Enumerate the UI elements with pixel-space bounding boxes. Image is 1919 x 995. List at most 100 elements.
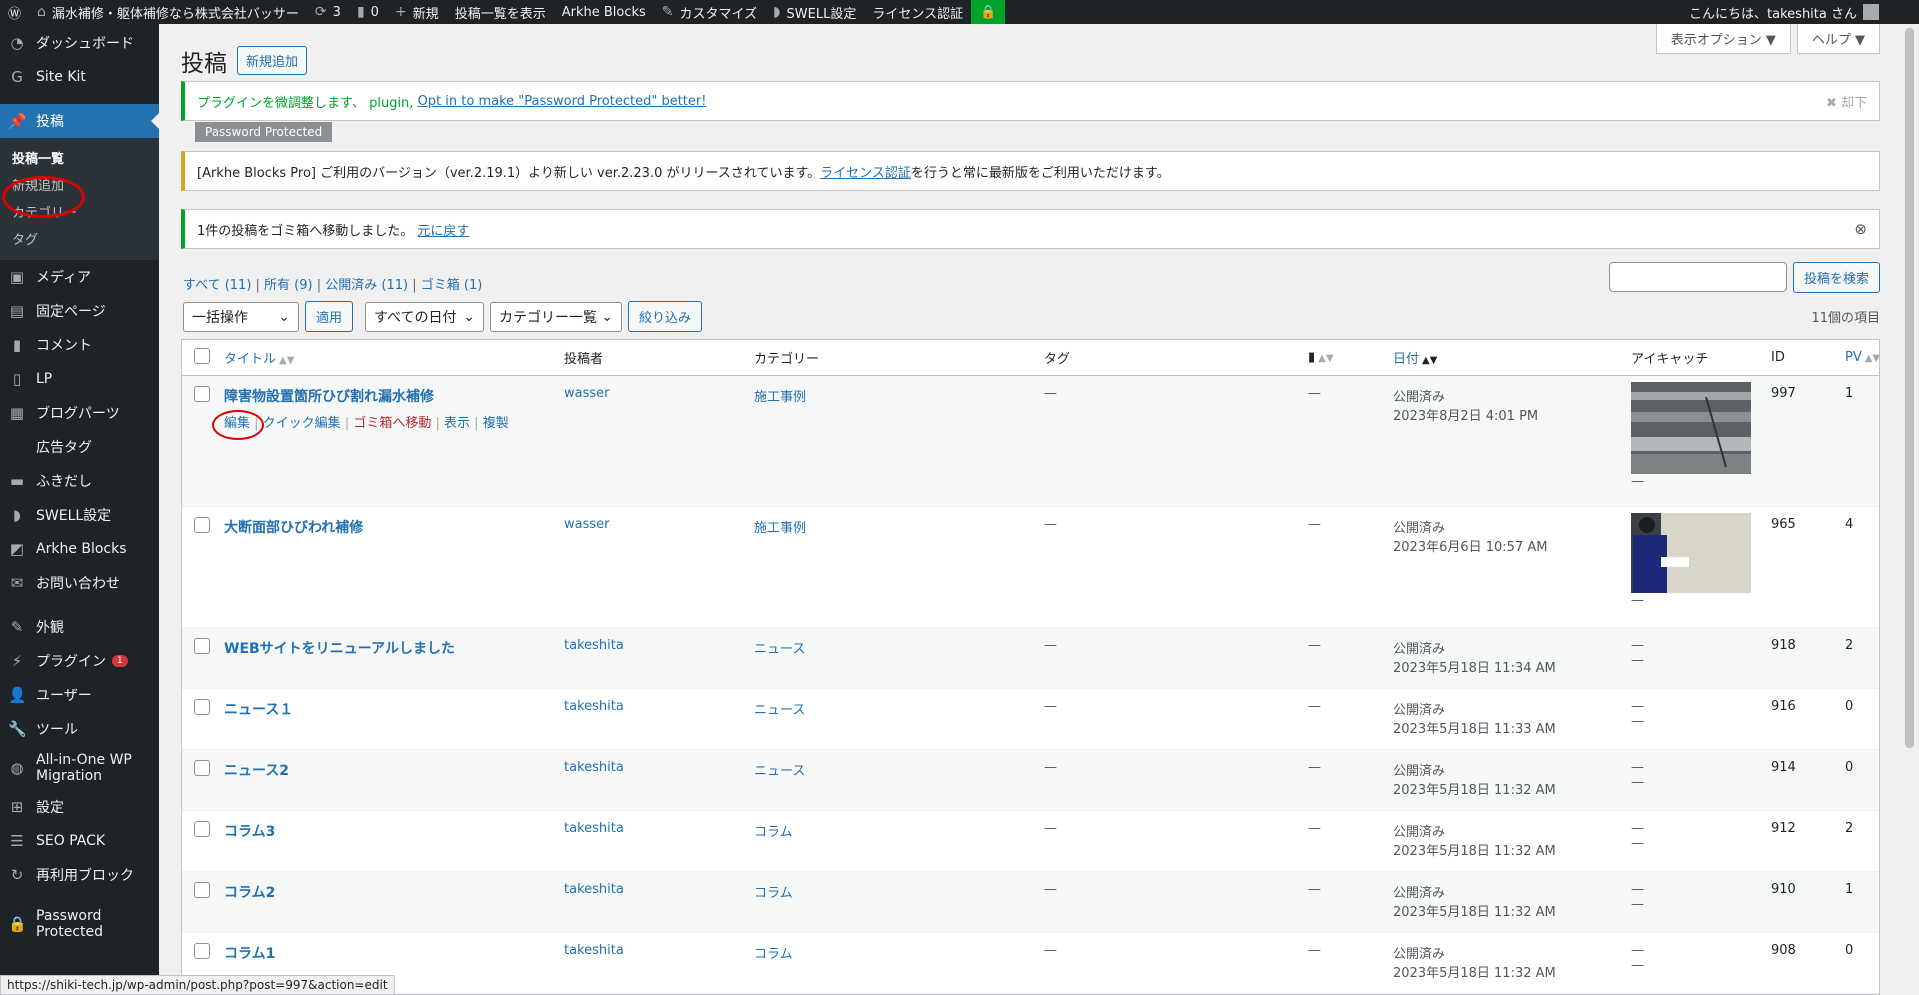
undo-link[interactable]: 元に戻す (417, 220, 469, 239)
screen-options-button[interactable]: 表示オプション ▼ (1655, 24, 1791, 54)
author-link[interactable]: takeshita (564, 882, 624, 897)
filter-button[interactable]: 絞り込み (628, 301, 703, 332)
view-link[interactable]: 表示 (444, 416, 470, 431)
menu-fukidashi[interactable]: ▬ ふきだし (0, 464, 159, 498)
help-button[interactable]: ヘルプ ▼ (1796, 24, 1880, 54)
view-posts-link[interactable]: 投稿一覧を表示 (447, 0, 554, 24)
post-title-link[interactable]: 障害物設置箇所ひび割れ漏水補修 (224, 386, 548, 406)
menu-seo-pack[interactable]: ☰ SEO PACK (0, 824, 159, 858)
author-link[interactable]: takeshita (564, 760, 624, 775)
search-button[interactable]: 投稿を検索 (1792, 262, 1880, 293)
category-link[interactable]: ニュース (754, 764, 805, 779)
author-link[interactable]: wasser (564, 386, 610, 401)
row-checkbox[interactable] (194, 943, 210, 959)
license-link[interactable]: ライセンス認証 (820, 162, 911, 181)
header-date[interactable]: 日付 ▲▼ (1385, 348, 1623, 367)
arkhe-blocks-link[interactable]: Arkhe Blocks (554, 0, 654, 24)
menu-plugins[interactable]: ⚡ プラグイン 1 (0, 644, 159, 678)
updates-link[interactable]: ⟳ 3 (307, 0, 349, 24)
add-new-button[interactable]: 新規追加 (237, 46, 308, 75)
author-link[interactable]: takeshita (564, 821, 624, 836)
category-link[interactable]: コラム (754, 886, 793, 901)
menu-appearance[interactable]: ✎ 外観 (0, 610, 159, 644)
post-title-link[interactable]: ニュース１ (224, 699, 548, 719)
menu-ad-tag[interactable]: 広告タグ (0, 430, 159, 464)
customize-link[interactable]: ✎ カスタマイズ (654, 0, 765, 24)
menu-users[interactable]: 👤 ユーザー (0, 678, 159, 712)
menu-comments[interactable]: ▮ コメント (0, 328, 159, 362)
filter-mine[interactable]: 所有 (9) (264, 278, 313, 293)
filter-all[interactable]: すべて (11) (183, 278, 251, 293)
menu-site-kit[interactable]: G Site Kit (0, 60, 159, 94)
site-name-link[interactable]: ⌂ 漏水補修・躯体補修なら株式会社バッサー (29, 0, 307, 24)
bulk-action-select[interactable]: 一括操作 ⌄ (183, 301, 299, 332)
apply-button[interactable]: 適用 (305, 301, 354, 332)
menu-contact[interactable]: ✉ お問い合わせ (0, 566, 159, 600)
edit-link[interactable]: 編集 (224, 416, 250, 431)
trash-link[interactable]: ゴミ箱へ移動 (353, 416, 431, 431)
lock-icon[interactable]: 🔒 (971, 0, 1006, 24)
row-checkbox[interactable] (194, 821, 210, 837)
comments-link[interactable]: ▮ 0 (349, 0, 387, 24)
submenu-tags[interactable]: タグ (0, 225, 159, 252)
category-link[interactable]: コラム (754, 825, 793, 840)
menu-swell[interactable]: ◗ SWELL設定 (0, 498, 159, 532)
category-link[interactable]: 施工事例 (754, 521, 806, 536)
date-filter-select[interactable]: すべての日付 ⌄ (365, 301, 485, 332)
table-row: ニュース１ takeshita ニュース — — 公開済み 2023年5月18日 … (182, 689, 1879, 750)
menu-media[interactable]: ▣ メディア (0, 260, 159, 294)
row-checkbox[interactable] (194, 517, 210, 533)
post-title-link[interactable]: コラム3 (224, 821, 548, 841)
header-title[interactable]: タイトル ▲▼ (216, 348, 556, 367)
select-all-checkbox[interactable] (194, 347, 210, 364)
post-title-link[interactable]: ニュース2 (224, 760, 548, 780)
menu-dashboard[interactable]: ◔ ダッシュボード (0, 26, 159, 60)
post-title-link[interactable]: 大断面部ひびわれ補修 (224, 517, 548, 537)
new-content-link[interactable]: + 新規 (387, 0, 447, 24)
dismiss-button[interactable]: ✖ 却下 (1826, 92, 1867, 111)
category-link[interactable]: ニュース (754, 642, 805, 657)
menu-tools[interactable]: 🔧 ツール (0, 712, 159, 746)
menu-lp[interactable]: ▯ LP (0, 362, 159, 396)
search-input[interactable] (1608, 262, 1787, 292)
menu-posts[interactable]: 📌 投稿 (0, 104, 159, 138)
menu-migration[interactable]: ◍ All-in-One WP Migration (0, 746, 159, 790)
post-title-link[interactable]: WEBサイトをリニューアルしました (224, 638, 548, 658)
menu-reusable-blocks[interactable]: ↻ 再利用ブロック (0, 858, 159, 892)
category-link[interactable]: コラム (754, 947, 793, 962)
swell-settings-link[interactable]: ◗ SWELL設定 (765, 0, 864, 24)
copy-link[interactable]: 複製 (483, 416, 509, 431)
post-title-link[interactable]: コラム1 (224, 943, 548, 963)
menu-arkhe[interactable]: ◩ Arkhe Blocks (0, 532, 159, 566)
menu-settings[interactable]: ⊞ 設定 (0, 790, 159, 824)
filter-published[interactable]: 公開済み (11) (325, 278, 408, 293)
row-checkbox[interactable] (194, 699, 210, 715)
category-link[interactable]: ニュース (754, 703, 805, 718)
pp-optin-link[interactable]: Opt in to make "Password Protected" bett… (418, 94, 707, 109)
menu-pages[interactable]: ▤ 固定ページ (0, 294, 159, 328)
close-icon[interactable]: ⊗ (1854, 220, 1867, 238)
post-title-link[interactable]: コラム2 (224, 882, 548, 902)
wordpress-logo-icon[interactable]: Ⓦ (0, 0, 29, 24)
category-filter-select[interactable]: カテゴリー一覧 ⌄ (490, 301, 623, 332)
header-pv[interactable]: PV ▲▼ (1837, 350, 1880, 365)
row-checkbox[interactable] (194, 882, 210, 898)
category-link[interactable]: 施工事例 (754, 390, 806, 405)
quick-edit-link[interactable]: クイック編集 (263, 416, 341, 431)
author-link[interactable]: takeshita (564, 699, 624, 714)
license-link[interactable]: ライセンス認証 (864, 0, 971, 24)
page-scrollbar[interactable] (1900, 24, 1919, 995)
menu-password-protected[interactable]: 🔒 Password Protected (0, 902, 159, 946)
author-link[interactable]: takeshita (564, 943, 624, 958)
author-link[interactable]: takeshita (564, 638, 624, 653)
header-comments[interactable]: ▮ ▲▼ (1300, 350, 1385, 365)
submenu-all-posts[interactable]: 投稿一覧 (0, 144, 159, 171)
author-link[interactable]: wasser (564, 517, 610, 532)
sort-icon: ▲▼ (1422, 355, 1438, 366)
row-checkbox[interactable] (194, 760, 210, 776)
account-link[interactable]: こんにちは、takeshita さん (1681, 0, 1919, 24)
row-checkbox[interactable] (194, 638, 210, 654)
menu-blog-parts[interactable]: ▦ ブログパーツ (0, 396, 159, 430)
row-checkbox[interactable] (194, 386, 210, 402)
filter-trash[interactable]: ゴミ箱 (1) (421, 278, 483, 293)
